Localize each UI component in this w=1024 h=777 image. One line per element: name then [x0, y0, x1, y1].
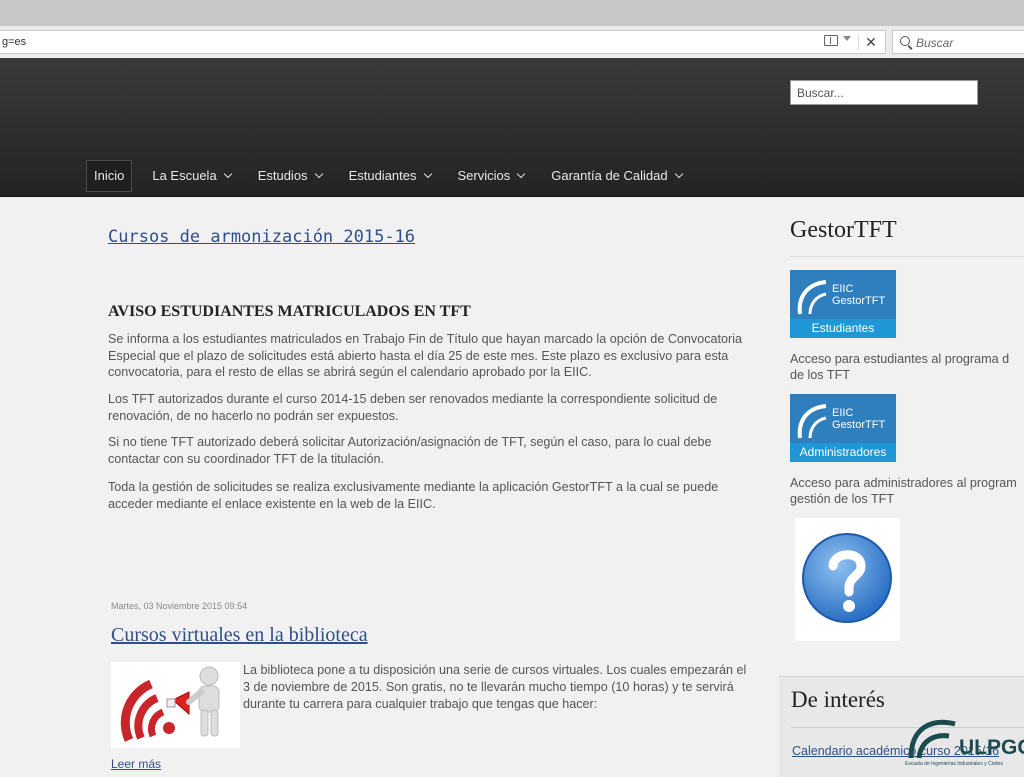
de-interes-title: De interés — [791, 687, 885, 712]
article-title-cursos-virtuales[interactable]: Cursos virtuales en la biblioteca — [111, 624, 368, 647]
logo-text: EIIC GestorTFT — [832, 283, 885, 307]
chevron-down-icon — [674, 169, 683, 179]
article-title-cursos-armonizacion[interactable]: Cursos de armonización 2015-16 — [108, 227, 415, 247]
nav-item-inicio[interactable]: Inicio — [86, 160, 133, 192]
logo-gestortft: GestorTFT — [832, 419, 886, 431]
sidebar-title-gestortft: GestorTFT — [790, 217, 897, 243]
close-icon[interactable]: ✕ — [864, 33, 878, 51]
address-bar[interactable]: g=es ✕ — [0, 30, 886, 54]
gestortft-admins-link[interactable]: EIIC GestorTFT Administradores — [790, 394, 896, 462]
students-access-line: Acceso para estudiantes al programa d — [790, 352, 1010, 366]
admins-access-line: Acceso para administradores al program — [790, 476, 1017, 490]
main-nav: Inicio La Escuela Estudios Estudiantes S… — [86, 160, 701, 192]
nav-label: La Escuela — [152, 168, 217, 183]
article-paragraph: Toda la gestión de solicitudes se realiz… — [108, 480, 719, 511]
nav-item-servicios[interactable]: Servicios — [450, 160, 533, 192]
article-teaser: La biblioteca pone a tu disposición una … — [243, 663, 747, 711]
logo-label: Estudiantes — [790, 319, 896, 338]
gestortft-logo-icon — [797, 404, 827, 439]
admins-access-text: Acceso para administradores al program g… — [790, 475, 1024, 507]
svg-text:ULPGC: ULPGC — [959, 736, 1024, 759]
logo-eiic: EIIC — [832, 283, 854, 295]
chevron-down-icon — [223, 169, 232, 179]
logo-label: Administradores — [790, 443, 896, 462]
nav-item-la-escuela[interactable]: La Escuela — [144, 160, 238, 192]
logo-gestortft: GestorTFT — [832, 295, 886, 307]
svg-text:Escuela de Ingenierías Industr: Escuela de Ingenierías Industriales y Ci… — [905, 761, 1003, 767]
divider — [858, 34, 859, 50]
nav-item-garantia-de-calidad[interactable]: Garantía de Calidad — [543, 160, 689, 192]
nav-item-estudiantes[interactable]: Estudiantes — [341, 160, 439, 192]
nav-label: Garantía de Calidad — [551, 168, 668, 183]
nav-label: Estudios — [257, 168, 308, 183]
nav-label: Estudiantes — [348, 168, 417, 183]
article-date: Martes, 03 Noviembre 2015 09:54 — [111, 601, 248, 611]
search-icon — [900, 36, 910, 46]
nav-label: Inicio — [94, 168, 125, 183]
gestortft-logo-icon — [797, 280, 827, 315]
site-search-input[interactable] — [790, 80, 978, 105]
students-access-line: de los TFT — [790, 368, 850, 382]
help-link[interactable] — [795, 518, 900, 641]
read-more-link[interactable]: Leer más — [111, 757, 161, 771]
site-header: Inicio La Escuela Estudios Estudiantes S… — [0, 58, 1024, 197]
browser-titlebar — [0, 0, 1024, 26]
admins-access-line: gestión de los TFT — [790, 492, 895, 506]
chevron-down-icon — [517, 169, 526, 179]
logo-text: EIIC GestorTFT — [832, 407, 885, 431]
reader-view-icon[interactable] — [824, 35, 838, 46]
question-mark-icon — [802, 533, 892, 623]
browser-search-placeholder: Buscar — [916, 36, 954, 50]
nav-label: Servicios — [457, 168, 511, 183]
divider — [790, 256, 1024, 257]
megaphone-icon — [111, 662, 240, 748]
article-paragraph: Se informa a los estudiantes matriculado… — [108, 332, 743, 379]
browser-search-box[interactable]: Buscar — [892, 30, 1024, 54]
logo-eiic: EIIC — [832, 407, 854, 419]
article-heading-aviso: AVISO ESTUDIANTES MATRICULADOS EN TFT — [108, 303, 471, 320]
article-paragraph: Los TFT autorizados durante el curso 201… — [108, 392, 718, 423]
students-access-text: Acceso para estudiantes al programa d de… — [790, 351, 1024, 383]
address-bar-url: g=es — [2, 36, 27, 48]
gestortft-students-link[interactable]: EIIC GestorTFT Estudiantes — [790, 270, 896, 338]
chevron-down-icon — [423, 169, 432, 179]
nav-item-estudios[interactable]: Estudios — [250, 160, 330, 192]
ulpgc-logo: ULPGC Escuela de Ingenierías Industriale… — [905, 714, 1024, 768]
article-paragraph: Si no tiene TFT autorizado deberá solici… — [108, 435, 712, 466]
chevron-down-icon — [314, 169, 323, 179]
chevron-down-icon[interactable] — [843, 36, 851, 41]
